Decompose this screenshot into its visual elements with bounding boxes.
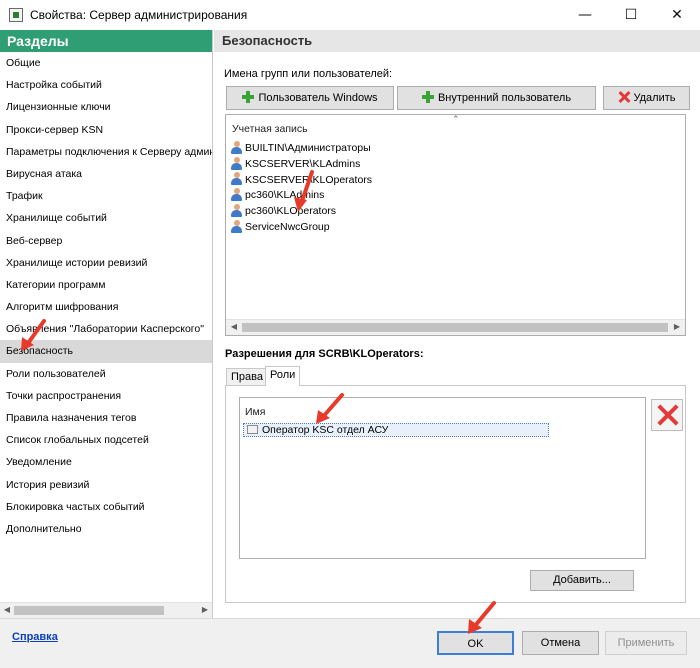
role-name-column-header[interactable]: Имя <box>245 406 265 418</box>
user-group-icon <box>230 203 243 217</box>
apply-button[interactable]: Применить <box>605 631 687 655</box>
tab-rights[interactable]: Права <box>226 368 268 386</box>
add-windows-user-label: Пользователь Windows <box>258 92 378 104</box>
roles-list[interactable]: Имя Оператор KSC отдел АСУ <box>239 397 646 559</box>
cancel-button[interactable]: Отмена <box>522 631 599 655</box>
permissions-label: Разрешения для SCRB\KLOperators: <box>225 348 424 360</box>
accounts-horizontal-scrollbar[interactable]: ◀ ▶ <box>226 319 685 335</box>
sections-list: Общие Настройка событий Лицензионные ключи… <box>0 52 212 602</box>
sidebar-item[interactable]: Трафик <box>0 185 212 207</box>
sidebar-item[interactable]: Правила назначения тегов <box>0 407 212 429</box>
delete-icon <box>618 91 630 103</box>
tab-roles[interactable]: Роли <box>265 366 301 386</box>
user-group-icon <box>230 140 243 154</box>
user-group-icon <box>230 172 243 186</box>
sidebar-item[interactable]: Хранилище истории ревизий <box>0 252 212 274</box>
scroll-left-icon[interactable]: ◀ <box>1 604 13 616</box>
user-group-icon <box>230 219 243 233</box>
sidebar-item[interactable]: Безопасность <box>0 340 212 363</box>
scroll-right-icon[interactable]: ▶ <box>199 604 211 616</box>
delete-role-icon[interactable] <box>651 399 683 431</box>
add-internal-user-button[interactable]: Внутренний пользователь <box>397 86 596 110</box>
ok-button[interactable]: OK <box>437 631 514 655</box>
sidebar-item[interactable]: Роли пользователей <box>0 363 212 385</box>
account-name: KSCSERVER\KLAdmins <box>245 157 361 170</box>
roles-tab-panel: Имя Оператор KSC отдел АСУ Добавить... <box>225 385 686 603</box>
scroll-thumb[interactable] <box>242 323 668 332</box>
sidebar-item[interactable]: Блокировка частых событий <box>0 496 212 518</box>
sidebar-item[interactable]: Вирусная атака <box>0 163 212 185</box>
add-internal-user-label: Внутренний пользователь <box>437 92 572 104</box>
sidebar-item[interactable]: Прокси-сервер KSN <box>0 119 212 141</box>
add-role-button[interactable]: Добавить... <box>530 570 634 591</box>
plus-icon <box>242 91 255 104</box>
account-row[interactable]: pc360\KLAdmins <box>230 187 324 203</box>
sidebar-item[interactable]: Настройка событий <box>0 74 212 96</box>
sidebar-horizontal-scrollbar[interactable]: ◀ ▶ <box>0 602 212 618</box>
section-title: Безопасность <box>214 30 700 52</box>
sidebar-header: Разделы <box>0 30 212 52</box>
minimize-button[interactable]: — <box>562 0 608 30</box>
account-name: BUILTIN\Администраторы <box>245 142 371 154</box>
account-name: pc360\KLOperators <box>245 205 337 218</box>
sidebar-item[interactable]: Список глобальных подсетей <box>0 429 212 451</box>
sidebar-item[interactable]: Хранилище событий <box>0 207 212 229</box>
role-row[interactable]: Оператор KSC отдел АСУ <box>243 423 549 437</box>
title-bar: Свойства: Сервер администрирования — ☐ ✕ <box>0 0 700 30</box>
app-icon <box>9 8 23 22</box>
account-name: pc360\KLAdmins <box>245 189 325 202</box>
account-row[interactable]: pc360\KLOperators <box>230 203 336 219</box>
user-group-icon <box>230 188 243 202</box>
account-row[interactable]: ServiceNwcGroup <box>230 219 330 235</box>
role-name: Оператор KSC отдел АСУ <box>262 424 389 436</box>
add-windows-user-button[interactable]: Пользователь Windows <box>226 86 394 110</box>
close-button[interactable]: ✕ <box>654 0 700 30</box>
sidebar-item[interactable]: Общие <box>0 52 212 74</box>
plus-icon <box>421 91 434 104</box>
scroll-thumb[interactable] <box>14 606 164 615</box>
sidebar-item[interactable]: Алгоритм шифрования <box>0 296 212 318</box>
sidebar-item[interactable]: Веб-сервер <box>0 230 212 252</box>
account-row[interactable]: KSCSERVER\KLOperators <box>230 172 372 188</box>
maximize-button[interactable]: ☐ <box>608 0 654 30</box>
scroll-left-icon[interactable]: ◀ <box>228 321 240 333</box>
account-row[interactable]: BUILTIN\Администраторы <box>230 140 371 156</box>
accounts-list[interactable]: ⌃ Учетная запись BUILTIN\Администраторы K… <box>225 114 686 336</box>
sidebar-item[interactable]: Дополнительно <box>0 518 212 540</box>
account-row[interactable]: KSCSERVER\KLAdmins <box>230 156 360 172</box>
sections-sidebar: Разделы Общие Настройка событий Лицензионн… <box>0 30 213 618</box>
sort-up-icon[interactable]: ⌃ <box>452 115 460 125</box>
user-group-icon <box>230 156 243 170</box>
sidebar-item[interactable]: Параметры подключения к Серверу админист… <box>0 141 212 163</box>
role-icon <box>247 424 258 434</box>
sidebar-item[interactable]: Уведомление <box>0 451 212 473</box>
sidebar-item[interactable]: Лицензионные ключи <box>0 96 212 118</box>
account-column-header[interactable]: Учетная запись <box>232 123 308 135</box>
sidebar-item[interactable]: Объявления "Лаборатории Касперского" <box>0 318 212 340</box>
account-name: KSCSERVER\KLOperators <box>245 173 373 186</box>
scroll-right-icon[interactable]: ▶ <box>671 321 683 333</box>
sidebar-item[interactable]: История ревизий <box>0 474 212 496</box>
account-name: ServiceNwcGroup <box>245 221 330 233</box>
sidebar-item[interactable]: Категории программ <box>0 274 212 296</box>
window-title: Свойства: Сервер администрирования <box>30 8 248 22</box>
delete-user-label: Удалить <box>633 92 676 104</box>
sidebar-item[interactable]: Точки распространения <box>0 385 212 407</box>
groups-label: Имена групп или пользователей: <box>224 68 393 80</box>
security-panel: Безопасность Имена групп или пользовател… <box>214 30 700 618</box>
delete-user-button[interactable]: Удалить <box>603 86 690 110</box>
dialog-footer: Справка OK Отмена Применить <box>0 618 700 668</box>
help-link[interactable]: Справка <box>12 631 58 643</box>
